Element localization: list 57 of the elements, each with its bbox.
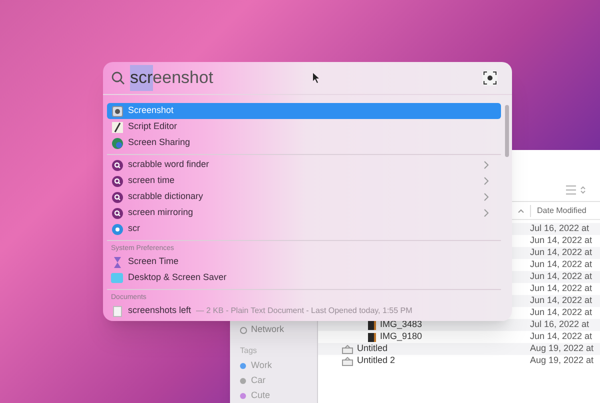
- result-label: screenshots left: [128, 304, 192, 318]
- file-name[interactable]: IMG_9180: [380, 330, 422, 344]
- date-cell-text: Jun 14, 2022 at: [530, 306, 592, 320]
- date-cell-text: Jun 14, 2022 at: [530, 282, 592, 296]
- date-cell-text: Jun 14, 2022 at: [530, 234, 592, 248]
- folder-icon: [111, 273, 123, 283]
- result-label: screen time: [128, 174, 175, 188]
- column-header[interactable]: Date Modified: [530, 204, 586, 216]
- result-item[interactable]: screen time: [107, 173, 501, 189]
- result-label: scrabble word finder: [128, 158, 210, 172]
- result-item[interactable]: Screen Sharing: [107, 135, 501, 151]
- result-item[interactable]: scrabble word finder: [107, 157, 501, 173]
- search-icon: [112, 208, 122, 218]
- scroll-bar: [505, 105, 509, 157]
- result-label: Screenshot: [128, 104, 174, 118]
- search-icon: [111, 71, 125, 85]
- pen-icon: [112, 122, 122, 132]
- file-name[interactable]: IMG_3483: [380, 318, 422, 332]
- result-item[interactable]: Desktop & Screen Saver: [107, 270, 501, 286]
- result-item[interactable]: Script Editor: [107, 119, 501, 135]
- date-cell-text: Jun 14, 2022 at: [530, 258, 592, 272]
- date-cell-text: Jul 16, 2022 at: [530, 318, 590, 332]
- result-label: scr: [128, 222, 140, 236]
- result-label: scrabble dictionary: [128, 190, 204, 204]
- result-label: Screen Time: [128, 255, 179, 268]
- sidebar-section-header: Tags: [240, 345, 258, 357]
- result-detail: — 2 KB - Plain Text Document - Last Opened today, 1:55 PM: [196, 305, 412, 317]
- camera-icon[interactable]: [482, 70, 498, 86]
- file-name[interactable]: Untitled: [357, 342, 388, 356]
- mouse-pointer-icon: [313, 73, 320, 83]
- result-item[interactable]: Screen Time: [107, 254, 501, 270]
- result-item[interactable]: screenshots left — 2 KB - Plain Text Document - Last Opened today, 1:55 PM: [107, 303, 501, 319]
- date-cell-text: Jun 14, 2022 at: [530, 294, 592, 308]
- date-cell-text: Jun 14, 2022 at: [530, 330, 592, 344]
- result-item[interactable]: scr: [107, 221, 501, 237]
- compass-icon: [112, 224, 122, 234]
- result-item[interactable]: scrabble dictionary: [107, 189, 501, 205]
- hourglass-icon: [112, 256, 122, 268]
- date-cell-text: Jul 16, 2022 at: [530, 222, 590, 236]
- result-item[interactable]: screen mirroring: [107, 205, 501, 221]
- result-label: Screen Sharing: [128, 136, 190, 150]
- date-cell-text: Jun 14, 2022 at: [530, 246, 592, 260]
- search-icon: [112, 176, 122, 186]
- date-cell-text: Aug 19, 2022 at: [530, 354, 594, 368]
- screenshot-app-icon: [112, 106, 122, 116]
- date-cell-text: Aug 19, 2022 at: [530, 342, 594, 356]
- result-label: Script Editor: [128, 120, 178, 134]
- result-label: screen mirroring: [128, 206, 194, 220]
- date-cell-text: Jun 14, 2022 at: [530, 270, 592, 284]
- result-label: Desktop & Screen Saver: [128, 271, 227, 284]
- drive-icon: [342, 356, 353, 366]
- chevron-up-icon: [518, 208, 524, 212]
- document-icon: [112, 306, 122, 316]
- search-icon: [112, 160, 122, 170]
- search-field[interactable]: screenshot: [130, 65, 214, 91]
- file-name[interactable]: Untitled 2: [357, 354, 396, 368]
- search-icon: [112, 192, 122, 202]
